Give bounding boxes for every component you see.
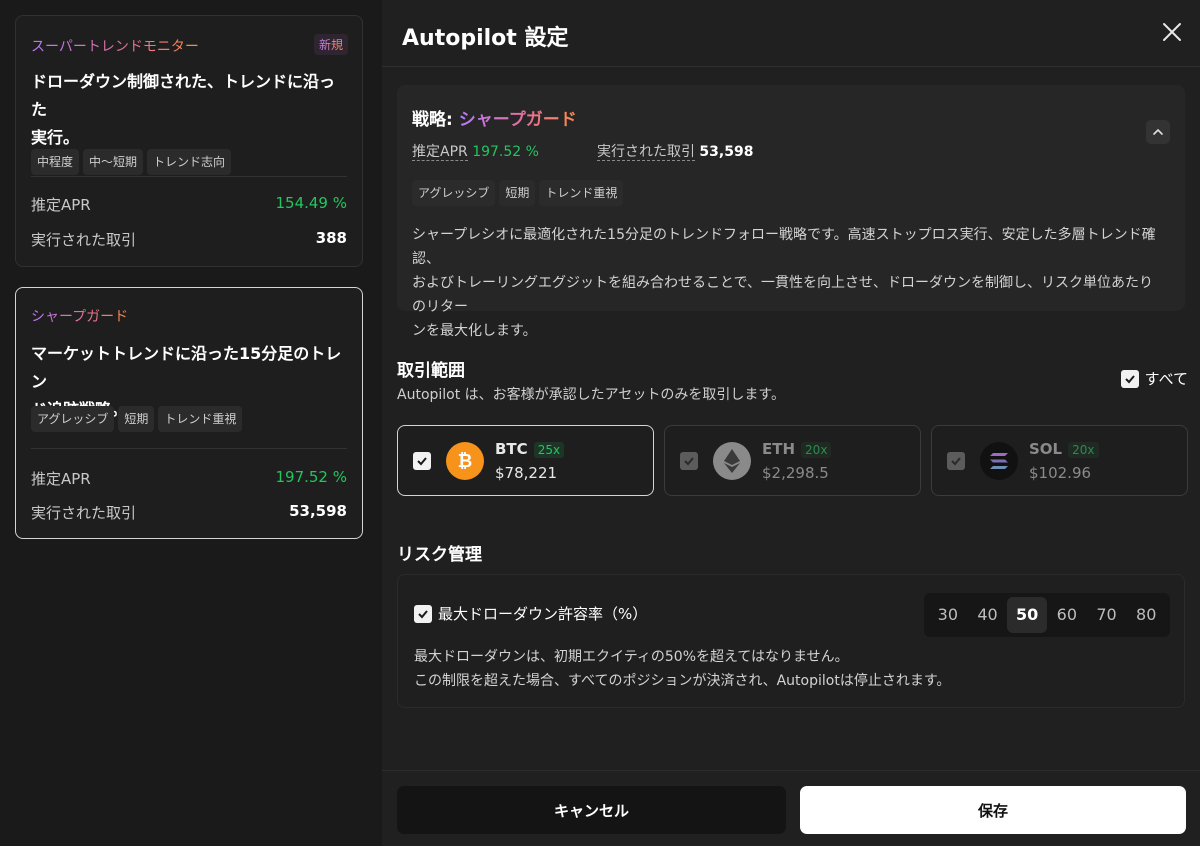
svg-text:₿: ₿ (458, 451, 473, 472)
apr-row: 推定APR 197.52 % (31, 468, 347, 488)
new-badge: 新規 (313, 34, 348, 55)
tag: 中程度 (31, 149, 80, 175)
chevron-up-icon (1153, 128, 1163, 135)
trades-value: 388 (315, 229, 347, 247)
strategy-card-name: シャープガード (31, 306, 128, 326)
drawdown-option[interactable]: 60 (1047, 597, 1087, 633)
checkbox-icon[interactable] (680, 452, 698, 470)
apr-row: 推定APR 154.49 % (31, 194, 347, 214)
strategy-card-description: ドローダウン制御された、トレンドに沿った 実行。 (31, 72, 336, 147)
asset-card-eth[interactable]: ETH 20x $2,298.5 (664, 425, 921, 496)
strategy-card-supertrend[interactable]: スーパートレンドモニター 新規 ドローダウン制御された、トレンドに沿った 実行。… (15, 15, 363, 267)
strategy-summary: 戦略: シャープガード 推定APR 197.52 % 実行された取引 53,59… (397, 85, 1185, 339)
strategy-card-name: スーパートレンドモニター (31, 36, 199, 56)
panel-title: Autopilot 設定 (402, 26, 569, 51)
trading-scope-subtitle: Autopilot は、お客様が承認したアセットのみを取引します。 (397, 387, 785, 403)
checkbox-icon (1120, 369, 1139, 388)
trades-row: 実行された取引 53,598 (31, 502, 347, 522)
max-drawdown-checkbox[interactable]: 最大ドローダウン許容率（%） (414, 603, 647, 624)
leverage-badge: 20x (801, 442, 832, 458)
asset-list: ₿ BTC 25x $78,221 ETH 20x $2,298.5 SOL 20x … (397, 425, 1188, 496)
drawdown-option[interactable]: 70 (1087, 597, 1127, 633)
risk-description: 最大ドローダウンは、初期エクイティの50%を超えてはなりません。 この制限を超え… (414, 649, 951, 689)
solana-icon (980, 442, 1018, 480)
trades-row: 実行された取引 388 (31, 229, 347, 249)
apr-value: 154.49 % (275, 194, 347, 212)
tag: トレンド志向 (147, 149, 232, 175)
asset-card-sol[interactable]: SOL 20x $102.96 (931, 425, 1188, 496)
strategy-card-sharpguard[interactable]: シャープガード マーケットトレンドに沿った15分足のトレン ド追跡戦略。 アグレ… (15, 287, 363, 539)
apr-value: 197.52 % (275, 468, 347, 486)
asset-card-btc[interactable]: ₿ BTC 25x $78,221 (397, 425, 654, 496)
drawdown-option[interactable]: 30 (928, 597, 968, 633)
strategy-list: スーパートレンドモニター 新規 ドローダウン制御された、トレンドに沿った 実行。… (0, 0, 382, 846)
bitcoin-icon: ₿ (446, 442, 484, 480)
tag: 短期 (499, 180, 536, 206)
collapse-button[interactable] (1146, 120, 1170, 144)
trades-value: 53,598 (699, 144, 754, 160)
risk-management-title: リスク管理 (397, 545, 482, 565)
drawdown-option[interactable]: 40 (968, 597, 1008, 633)
checkbox-icon (414, 604, 432, 623)
trades-value: 53,598 (289, 502, 347, 520)
tag: 短期 (118, 406, 155, 432)
tag: トレンド重視 (539, 180, 624, 206)
tag: アグレッシブ (31, 406, 115, 432)
drawdown-selector: 30 40 50 60 70 80 (924, 593, 1170, 637)
close-icon (1163, 23, 1181, 41)
autopilot-settings-panel: Autopilot 設定 戦略: シャープガード 推定APR 197.52 % … (382, 0, 1200, 846)
apr-value: 197.52 % (472, 144, 539, 160)
strategy-name: シャープガード (458, 110, 577, 130)
close-button[interactable] (1160, 20, 1184, 44)
save-button[interactable]: 保存 (800, 786, 1186, 834)
asset-symbol: BTC 25x (495, 440, 565, 458)
ethereum-icon (713, 442, 751, 480)
divider (382, 66, 1200, 67)
asset-symbol: ETH 20x (762, 440, 832, 458)
strategy-card-tags: 中程度 中〜短期 トレンド志向 (31, 149, 232, 175)
asset-price: $102.96 (1029, 464, 1092, 482)
divider (382, 770, 1200, 771)
strategy-title: 戦略: シャープガード (412, 110, 577, 130)
checkbox-icon[interactable] (947, 452, 965, 470)
trading-scope-title: 取引範囲 (397, 361, 465, 381)
cancel-button[interactable]: キャンセル (397, 786, 786, 834)
strategy-tags: アグレッシブ 短期 トレンド重視 (412, 180, 624, 206)
asset-price: $2,298.5 (762, 464, 829, 482)
strategy-stats: 推定APR 197.52 % 実行された取引 53,598 (412, 144, 754, 161)
drawdown-option[interactable]: 80 (1126, 597, 1166, 633)
leverage-badge: 20x (1068, 442, 1099, 458)
risk-management-box: 最大ドローダウン許容率（%） 30 40 50 60 70 80 最大ドローダウ… (397, 574, 1185, 708)
checkbox-icon[interactable] (413, 452, 431, 470)
select-all-checkbox[interactable]: すべて (1120, 368, 1188, 389)
asset-price: $78,221 (495, 464, 558, 482)
tag: アグレッシブ (412, 180, 496, 206)
tag: 中〜短期 (83, 149, 144, 175)
divider (31, 176, 347, 177)
drawdown-option-selected[interactable]: 50 (1007, 597, 1048, 633)
strategy-card-tags: アグレッシブ 短期 トレンド重視 (31, 406, 243, 432)
leverage-badge: 25x (533, 442, 565, 458)
asset-symbol: SOL 20x (1029, 440, 1099, 458)
tag: トレンド重視 (158, 406, 243, 432)
divider (31, 448, 347, 449)
strategy-description: シャープレシオに最適化された15分足のトレンドフォロー戦略です。高速ストップロス… (412, 227, 1156, 339)
